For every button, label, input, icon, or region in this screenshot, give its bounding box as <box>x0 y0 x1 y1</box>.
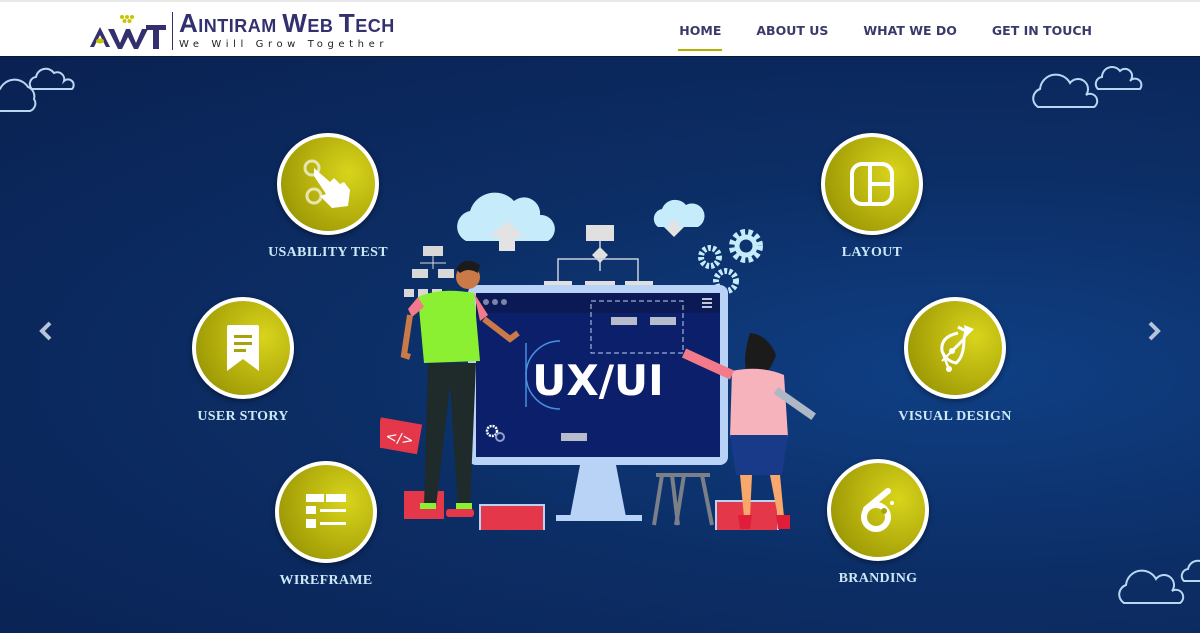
service-badge[interactable] <box>904 297 1006 399</box>
logo[interactable]: AINTIRAM WEB TECH We Will Grow Together <box>88 8 395 54</box>
flowchart-icon <box>544 225 653 287</box>
service-label: BRANDING <box>838 571 918 586</box>
service-label: WIREFRAME <box>279 573 373 588</box>
service-badge[interactable] <box>275 461 377 563</box>
chevron-right-icon[interactable] <box>1144 319 1164 343</box>
illustration-title: UX/UI <box>532 356 664 405</box>
pen-tool-icon <box>940 325 974 372</box>
org-chart-icon <box>404 246 454 297</box>
hero-slider: USABILITY TEST USER STORY WIREFRAME LAYO… <box>0 57 1200 633</box>
nav-get-in-touch[interactable]: GET IN TOUCH <box>992 23 1092 38</box>
ux-ui-illustration: UX/UI </> <box>380 192 816 530</box>
upload-cloud-icon <box>457 192 555 251</box>
cloud-icon <box>28 67 75 90</box>
logo-tagline: We Will Grow Together <box>179 38 389 50</box>
stool-icon <box>652 473 714 526</box>
logo-mark-icon <box>90 15 166 49</box>
service-visual-design[interactable]: VISUAL DESIGN <box>855 297 1055 425</box>
site-header: AINTIRAM WEB TECH We Will Grow Together … <box>0 0 1200 57</box>
main-nav: HOME ABOUT US WHAT WE DO GET IN TOUCH <box>678 2 1092 59</box>
service-badge[interactable] <box>277 133 379 235</box>
service-label: VISUAL DESIGN <box>898 409 1012 424</box>
download-cloud-icon <box>653 199 705 237</box>
service-label: USABILITY TEST <box>268 245 388 260</box>
nav-what-we-do[interactable]: WHAT WE DO <box>863 23 957 38</box>
nav-about-us[interactable]: ABOUT US <box>756 23 828 38</box>
layout-grid-icon <box>850 162 894 206</box>
service-user-story[interactable]: USER STORY <box>143 297 343 425</box>
logo-name: AINTIRAM WEB TECH <box>179 7 395 38</box>
logo-divider <box>172 12 173 50</box>
nav-home[interactable]: HOME <box>678 23 723 51</box>
wireframe-list-icon <box>306 494 346 528</box>
cloud-icon <box>1180 559 1200 582</box>
branding-swirl-icon <box>861 488 894 532</box>
gears-icon <box>698 229 763 294</box>
service-label: USER STORY <box>197 409 289 424</box>
cloud-icon <box>1094 66 1143 90</box>
chevron-left-icon[interactable] <box>36 319 56 343</box>
service-badge[interactable] <box>821 133 923 235</box>
bookmark-document-icon <box>227 325 259 371</box>
service-badge[interactable] <box>192 297 294 399</box>
card-icon <box>479 504 545 530</box>
touch-gesture-icon <box>303 159 350 208</box>
service-label: LAYOUT <box>841 245 903 260</box>
service-badge[interactable] <box>827 459 929 561</box>
